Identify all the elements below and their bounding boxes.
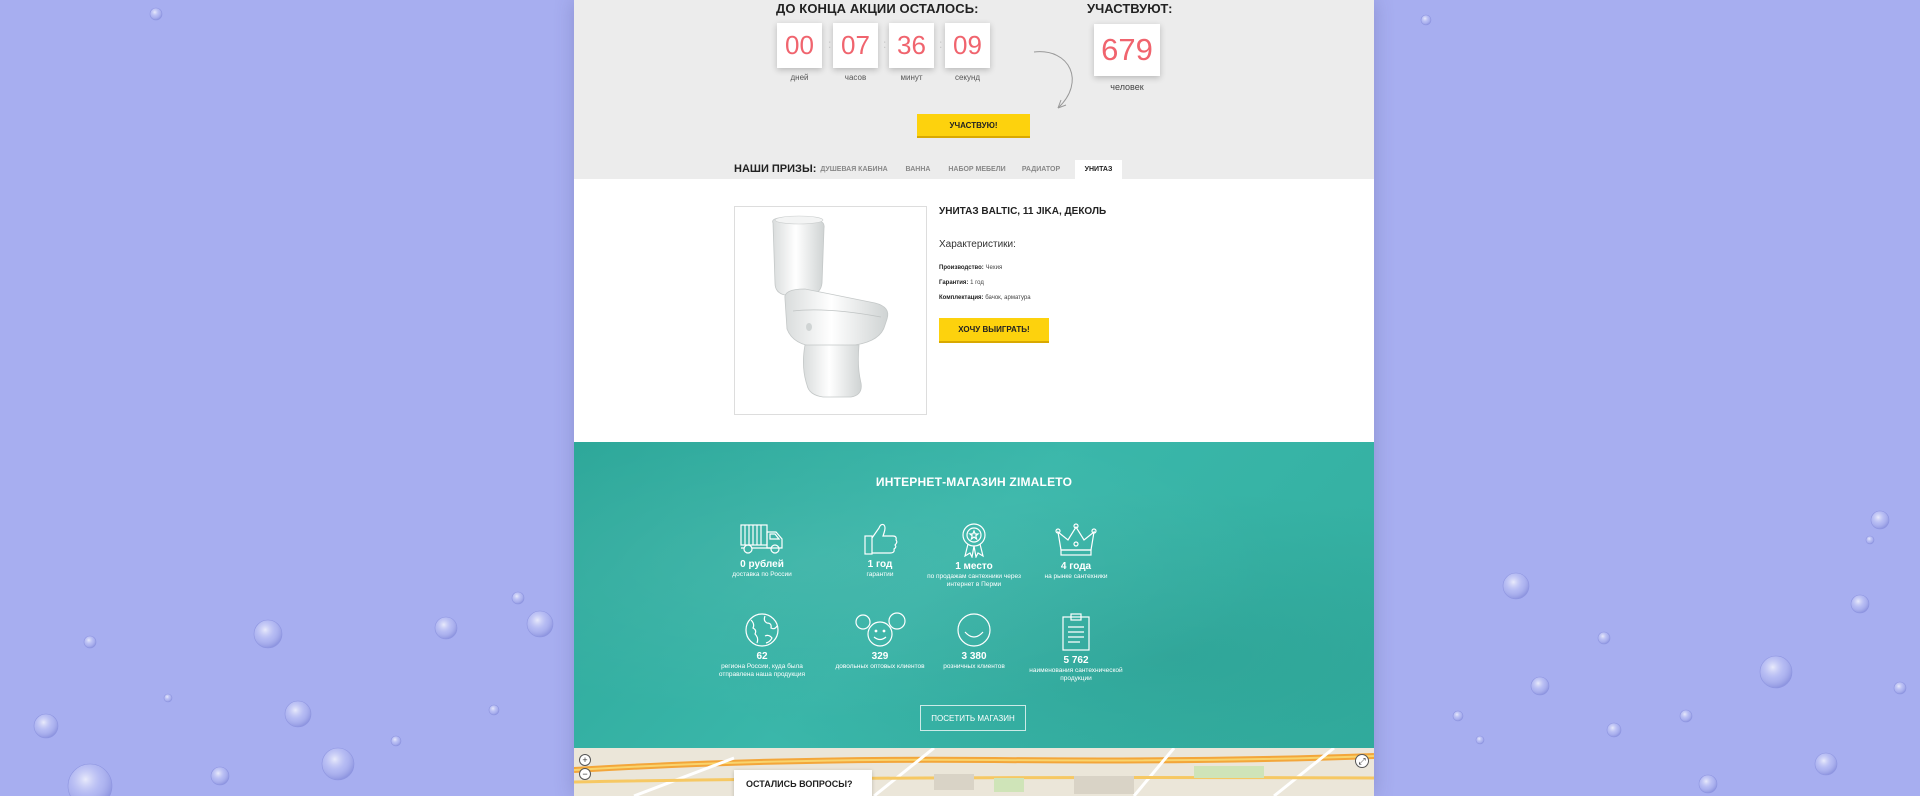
tab-furniture-set[interactable]: НАБОР МЕБЕЛИ	[946, 160, 1008, 179]
countdown-minutes-label: минут	[900, 73, 923, 82]
faces-icon	[855, 612, 906, 647]
feature-value: 0 рублей	[740, 559, 784, 570]
countdown-hours-label: часов	[844, 73, 867, 82]
truck-icon	[740, 524, 783, 554]
curved-arrow-icon	[1033, 51, 1073, 109]
colon-separator: :	[883, 37, 887, 51]
participants-label: человек	[1110, 82, 1144, 92]
tab-radiator[interactable]: РАДИАТОР	[1018, 160, 1064, 179]
countdown-days: 00	[777, 23, 822, 68]
characteristics-title: Характеристики:	[939, 239, 1016, 250]
feature-desc: доставка по России	[732, 571, 792, 578]
want-to-win-button[interactable]: ХОЧУ ВЫИГРАТЬ!	[939, 318, 1049, 343]
participate-button[interactable]: УЧАСТВУЮ!	[917, 114, 1030, 138]
spec-key: Производство:	[939, 265, 984, 271]
spec-key: Комплектация:	[939, 295, 984, 301]
spec-key: Гарантия:	[939, 280, 969, 286]
zoom-in-icon[interactable]: +	[579, 754, 591, 766]
feature-first-place: 1 место по продажам сантехники через инт…	[919, 522, 1029, 589]
smile-icon	[957, 613, 991, 647]
feature-desc: розничных клиентов	[943, 663, 1005, 670]
globe-icon	[745, 613, 779, 647]
map-section[interactable]: + − ⤢ ОСТАЛИСЬ ВОПРОСЫ?	[574, 748, 1374, 796]
crown-icon	[1055, 523, 1097, 556]
feature-delivery: 0 рублей доставка по России	[707, 522, 817, 579]
shop-section: ИНТЕРНЕТ-МАГАЗИН ZIMALETO 0 рублей доста…	[574, 442, 1374, 748]
medal-icon	[962, 523, 986, 558]
spec-value: 1 год	[970, 280, 984, 286]
landing-page: ДО КОНЦА АКЦИИ ОСТАЛОСЬ: 00 дней : 07 ча…	[574, 0, 1374, 796]
countdown-section: ДО КОНЦА АКЦИИ ОСТАЛОСЬ: 00 дней : 07 ча…	[574, 0, 1374, 179]
countdown-hours: 07	[833, 23, 878, 68]
feature-desc: по продажам сантехники через интернет в …	[927, 573, 1021, 588]
feature-value: 4 года	[1060, 561, 1092, 572]
questions-title: ОСТАЛИСЬ ВОПРОСЫ?	[746, 779, 853, 789]
feature-value: 5 762	[1063, 655, 1089, 666]
countdown-minutes: 36	[889, 23, 934, 68]
tab-shower-cabin[interactable]: ДУШЕВАЯ КАБИНА	[818, 160, 890, 179]
feature-value: 3 380	[961, 651, 987, 662]
spec-row: Гарантия: 1 год	[939, 280, 984, 286]
shop-title: ИНТЕРНЕТ-МАГАЗИН ZIMALETO	[875, 475, 1073, 489]
tab-bath[interactable]: ВАННА	[900, 160, 936, 179]
feature-desc: на рынке сантехники	[1044, 573, 1108, 580]
feature-regions: 62 региона России, куда была отправлена …	[707, 612, 817, 679]
clipboard-icon	[1062, 613, 1090, 651]
participants-title: УЧАСТВУЮТ:	[1087, 1, 1173, 16]
zoom-out-icon[interactable]: −	[579, 768, 591, 780]
prizes-label: НАШИ ПРИЗЫ:	[734, 163, 817, 175]
product-image	[734, 206, 927, 415]
colon-separator: :	[939, 37, 943, 51]
feature-desc: наименования сантехнической продукции	[1029, 667, 1123, 682]
thumbs-up-icon	[864, 523, 898, 555]
feature-products: 5 762 наименования сантехнической продук…	[1021, 612, 1131, 683]
countdown-days-label: дней	[790, 73, 809, 82]
toilet-image	[772, 215, 889, 398]
feature-retail: 3 380 розничных клиентов	[919, 612, 1029, 671]
countdown-seconds-label: секунд	[954, 73, 981, 82]
countdown-seconds: 09	[945, 23, 990, 68]
spec-row: Комплектация: бачок, арматура	[939, 295, 1031, 301]
colon-separator: :	[828, 37, 832, 51]
tab-toilet[interactable]: УНИТАЗ	[1075, 160, 1122, 179]
countdown-title: ДО КОНЦА АКЦИИ ОСТАЛОСЬ:	[776, 1, 979, 16]
spec-value: Чехия	[985, 265, 1003, 271]
visit-shop-button[interactable]: ПОСЕТИТЬ МАГАЗИН	[920, 705, 1026, 731]
participants-count: 679	[1094, 24, 1160, 76]
feature-desc: региона России, куда была отправлена наш…	[718, 663, 806, 678]
map-tiles	[574, 748, 1374, 796]
product-title: УНИТАЗ BALTIC, 11 JIKA, ДЕКОЛЬ	[939, 206, 1107, 217]
feature-value: 62	[756, 651, 768, 662]
questions-card: ОСТАЛИСЬ ВОПРОСЫ?	[734, 770, 872, 796]
spec-row: Производство: Чехия	[939, 265, 1002, 271]
spec-value: бачок, арматура	[985, 295, 1031, 301]
fullscreen-icon[interactable]: ⤢	[1355, 754, 1369, 768]
feature-value: 1 место	[955, 561, 993, 572]
feature-years: 4 года на рынке сантехники	[1021, 522, 1131, 581]
